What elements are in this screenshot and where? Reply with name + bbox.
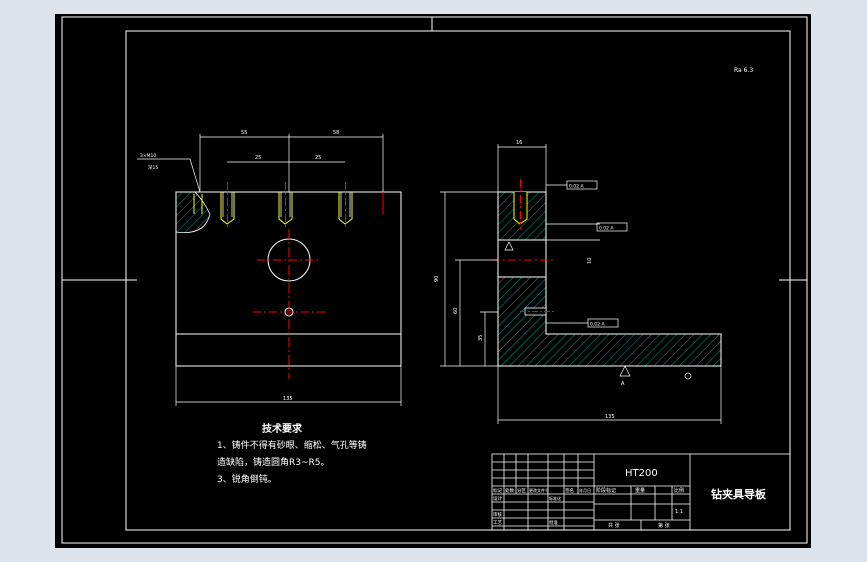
tol-frame-2: 0.02 A: [596, 222, 628, 232]
tech-line-1: 1、铸件不得有砂眼、缩松、气孔等铸: [217, 439, 367, 451]
inner-border: [125, 30, 791, 531]
drawing-canvas: Ra 6.3 55 58 25 25 135 3×M10 深15 90 60 3…: [61, 16, 808, 544]
mid-label-1: 标准化: [549, 495, 561, 501]
row-label-6: 年月日: [579, 487, 591, 493]
tech-requirements: 技术要求 1、铸件不得有砂眼、缩松、气孔等铸 造缺陷，铸造圆角R3~R5。 3、…: [217, 422, 367, 485]
dim-top-left: 55: [241, 130, 247, 136]
tech-line-3: 3、锐角倒钝。: [217, 473, 277, 485]
callout-hole-spec-1: 3×M10: [140, 153, 156, 159]
mid-label-2: 批准: [549, 519, 558, 526]
tol-frame-1: 0.02 A: [546, 180, 598, 190]
side-l-section: [497, 276, 722, 367]
tech-line-2: 造缺陷，铸造圆角R3~R5。: [217, 456, 330, 468]
dim-pitch-1: 25: [255, 155, 261, 161]
threaded-hole-2: [278, 182, 293, 229]
side-mid-gap: [497, 239, 547, 278]
front-view: 55 58 25 25 135 3×M10 深15: [137, 130, 402, 406]
dim-front-width: 135: [283, 396, 293, 402]
datum-mark: A: [619, 365, 631, 387]
svg-text:A: A: [621, 381, 625, 387]
row-label-3: 分区: [517, 487, 526, 494]
svg-text:0.02 A: 0.02 A: [599, 226, 614, 232]
material-label: HT200: [625, 468, 658, 479]
row-label-4: 更改文件号: [529, 487, 549, 493]
roughness-note: Ra 6.3: [734, 67, 753, 74]
side-view: 90 60 35 16 10 135 0.02 A 0.02 A 0.02 A …: [434, 140, 722, 424]
front-dimensions: [137, 134, 402, 406]
left-label-1: 设计: [493, 495, 502, 502]
row-label-5: 签名: [565, 487, 574, 494]
scale-label: 比例: [674, 487, 684, 494]
dim-pitch-2: 25: [315, 155, 321, 161]
dim-side-low: 35: [478, 335, 484, 341]
dim-side-top-hole: 16: [516, 140, 522, 146]
callout-hole-spec-2: 深15: [148, 164, 158, 171]
threaded-hole-1: [220, 182, 235, 229]
row-label-1: 标记: [493, 487, 502, 494]
datum-circle: [684, 372, 692, 380]
threaded-hole-3: [338, 182, 353, 229]
stage-label: 阶段标记: [596, 487, 616, 494]
dim-side-small: 10: [587, 258, 593, 264]
left-label-2: 审核: [493, 511, 502, 518]
svg-text:0.02 A: 0.02 A: [569, 184, 584, 190]
sheet-num: 第 张: [658, 522, 670, 529]
dim-side-total: 90: [434, 276, 440, 282]
dim-side-width: 135: [605, 414, 615, 420]
tech-title: 技术要求: [262, 422, 303, 435]
row-label-2: 处数: [505, 487, 514, 494]
weight-label: 重量: [635, 487, 645, 494]
front-section-break: [175, 191, 211, 233]
sheet-total: 共 张: [608, 522, 620, 529]
tol-frame-3: 0.02 A: [546, 318, 619, 328]
cad-viewport[interactable]: Ra 6.3 55 58 25 25 135 3×M10 深15 90 60 3…: [55, 14, 811, 548]
svg-text:0.02 A: 0.02 A: [590, 322, 605, 328]
scale-value: 1:1: [675, 509, 683, 515]
drawing-name: 钻夹具导板: [711, 487, 767, 501]
dim-side-mid: 60: [453, 308, 459, 314]
left-label-3: 工艺: [493, 520, 502, 526]
dim-top-right: 58: [333, 130, 339, 136]
